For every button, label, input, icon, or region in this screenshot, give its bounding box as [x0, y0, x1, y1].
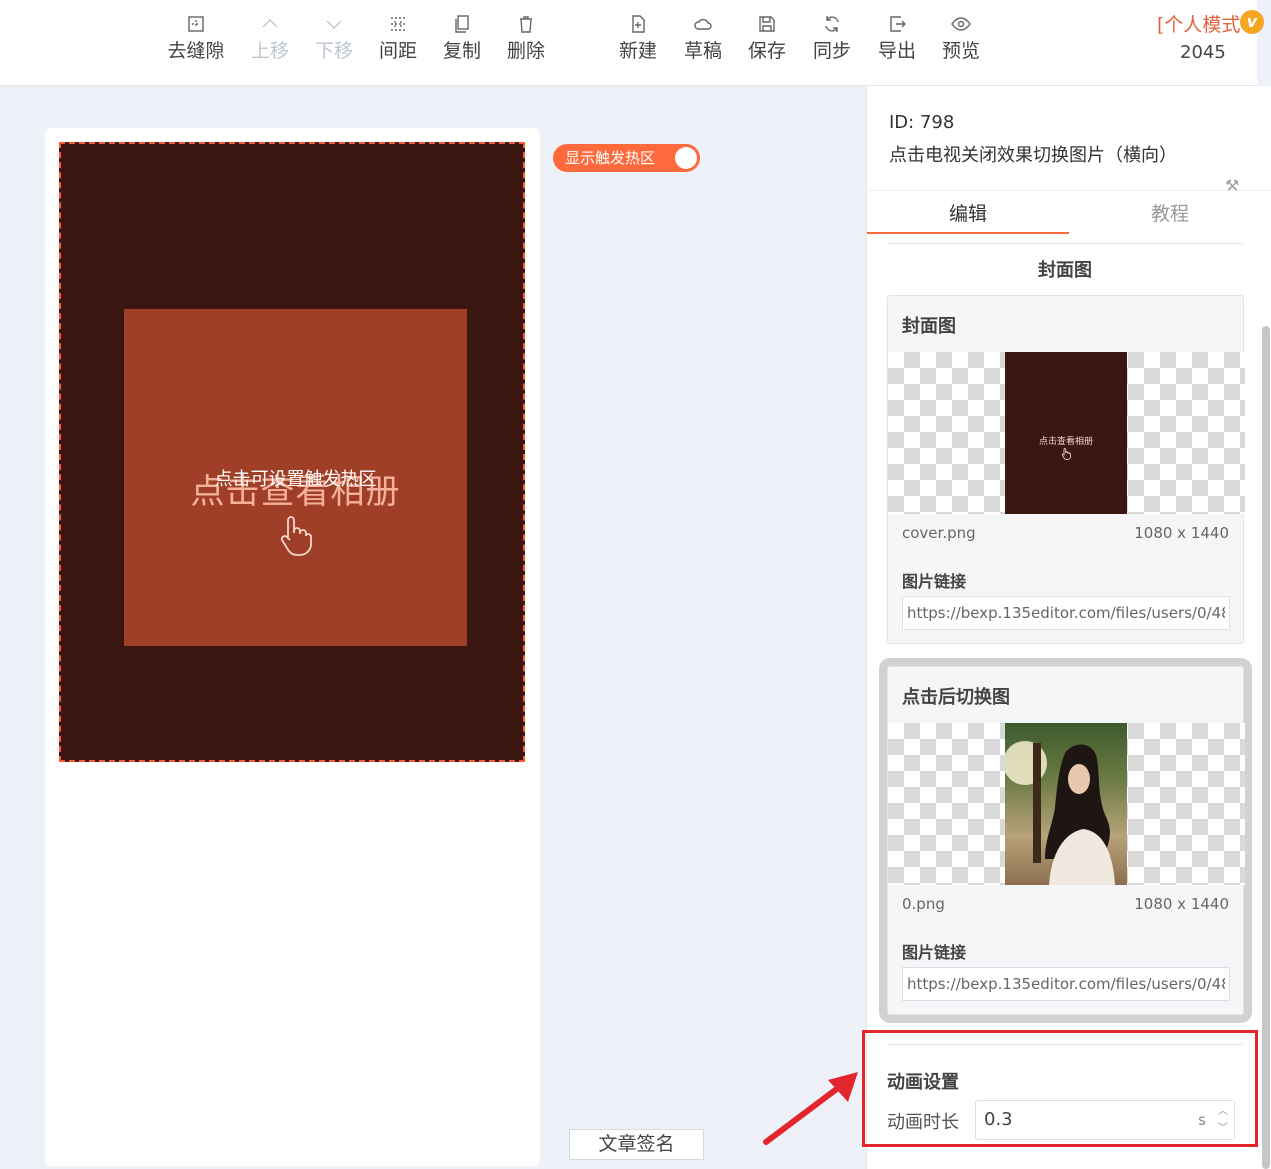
- spacing-icon: [366, 10, 430, 36]
- copy-icon: [430, 10, 494, 36]
- card-title: 点击后切换图: [902, 687, 1010, 708]
- album-card[interactable]: 点击查看相册 点击可设置触发热区: [124, 309, 467, 646]
- tab-edit[interactable]: 编辑: [867, 199, 1069, 226]
- article-signature-button[interactable]: 文章签名: [569, 1129, 704, 1160]
- draft-button[interactable]: 草稿: [671, 10, 735, 66]
- panel-scrollbar[interactable]: [1262, 326, 1270, 1169]
- chevron-down-icon: [302, 10, 366, 36]
- hand-pointer-icon: [280, 516, 312, 556]
- vip-badge-icon: v: [1240, 10, 1264, 34]
- move-down-button[interactable]: 下移: [302, 10, 366, 66]
- eye-icon: [929, 10, 993, 36]
- cover-preview[interactable]: 点击查看相册: [888, 352, 1245, 514]
- cover-link-input[interactable]: [902, 596, 1230, 630]
- new-button[interactable]: 新建: [606, 10, 670, 66]
- component-id: ID: 798: [889, 112, 955, 133]
- thumb-text: 点击查看相册: [1038, 437, 1093, 447]
- switch-image-card: 点击后切换图 0.png 1080 x 1440 图片链接: [879, 658, 1252, 1023]
- show-hotspot-toggle[interactable]: 显示触发热区: [553, 144, 700, 172]
- spacing-button[interactable]: 间距: [366, 10, 430, 66]
- gap-icon: [164, 10, 228, 36]
- file-name: 0.png: [902, 895, 945, 913]
- move-up-button[interactable]: 上移: [238, 10, 302, 66]
- divider: [887, 243, 1243, 244]
- new-file-icon: [606, 10, 670, 36]
- preview-frame[interactable]: 点击查看相册 点击可设置触发热区: [59, 142, 525, 762]
- user-count: 2045: [1180, 42, 1226, 63]
- save-icon: [735, 10, 799, 36]
- copy-button[interactable]: 复制: [430, 10, 494, 66]
- delete-button[interactable]: 删除: [494, 10, 558, 66]
- panel-tabs: 编辑 教程: [867, 190, 1271, 234]
- card-title: 封面图: [902, 316, 956, 337]
- highlight-box: [862, 1030, 1258, 1147]
- export-button[interactable]: 导出: [865, 10, 929, 66]
- link-label: 图片链接: [902, 943, 967, 962]
- toggle-knob: [675, 147, 697, 169]
- chevron-up-icon: [238, 10, 302, 36]
- cover-image-card: 封面图 点击查看相册 cover.png 1080 x 1440 图片链接: [887, 295, 1245, 644]
- sync-button[interactable]: 同步: [800, 10, 864, 66]
- export-icon: [865, 10, 929, 36]
- remove-gap-button[interactable]: 去缝隙: [164, 10, 228, 66]
- toolbar: 去缝隙 上移 下移 间距 复制 删除 新建 草稿 保存 同步 导出 预览 [个人…: [0, 0, 1264, 86]
- tab-tutorial[interactable]: 教程: [1069, 199, 1271, 226]
- portrait-photo: [1005, 741, 1115, 885]
- trash-icon: [494, 10, 558, 36]
- cover-thumbnail: 点击查看相册: [1005, 352, 1127, 514]
- personal-mode-switch[interactable]: [个人模式 v 2045: [1150, 10, 1264, 63]
- section-title: 封面图: [1038, 260, 1092, 281]
- red-arrow-icon: [763, 1072, 858, 1145]
- file-size: 1080 x 1440: [1134, 895, 1229, 913]
- preview-button[interactable]: 预览: [929, 10, 993, 66]
- hotspot-hint[interactable]: 点击可设置触发热区: [124, 465, 467, 491]
- file-size: 1080 x 1440: [1134, 524, 1229, 542]
- switch-thumbnail: [1005, 723, 1127, 885]
- switch-preview[interactable]: [888, 723, 1245, 885]
- link-label: 图片链接: [902, 572, 967, 591]
- file-name: cover.png: [902, 524, 976, 542]
- tab-underline: [867, 232, 1069, 234]
- cloud-icon: [671, 10, 735, 36]
- settings-panel: ID: 798 点击电视关闭效果切换图片（横向） ⚒ 编辑 教程 封面图 封面图…: [866, 86, 1271, 1169]
- save-button[interactable]: 保存: [735, 10, 799, 66]
- switch-link-input[interactable]: [902, 967, 1230, 1001]
- hand-pointer-icon: [1061, 448, 1071, 460]
- component-name: 点击电视关闭效果切换图片（横向）: [889, 145, 1177, 166]
- sync-icon: [800, 10, 864, 36]
